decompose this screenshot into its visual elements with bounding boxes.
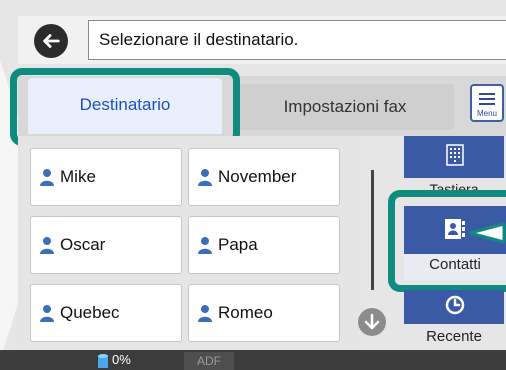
arrow-left-icon <box>43 34 60 48</box>
adf-indicator: ADF <box>184 352 234 370</box>
recipient-input[interactable]: Selezionare il destinatario. <box>88 20 506 60</box>
status-bar <box>0 350 506 370</box>
scrollbar[interactable] <box>371 170 374 290</box>
contact-name: November <box>218 167 297 186</box>
arrow-down-icon <box>364 313 380 330</box>
clock-icon <box>445 295 465 315</box>
recent-label: Recente <box>426 328 482 345</box>
person-icon <box>40 169 54 186</box>
contact-name: Romeo <box>218 303 273 322</box>
contact-item[interactable]: Mike <box>30 148 182 206</box>
contact-item[interactable]: Quebec <box>30 284 182 342</box>
person-icon <box>40 305 54 322</box>
recent-button[interactable] <box>404 290 504 324</box>
tab-highlight-callout <box>10 68 240 146</box>
contact-item[interactable]: Romeo <box>188 284 340 342</box>
person-icon <box>198 169 212 186</box>
contact-name: Papa <box>218 235 258 254</box>
contact-item[interactable]: November <box>188 148 340 206</box>
person-icon <box>198 305 212 322</box>
person-icon <box>40 237 54 254</box>
contact-name: Quebec <box>60 303 120 322</box>
fax-screen: Selezionare il destinatario. Destinatari… <box>0 0 506 370</box>
contact-name: Oscar <box>60 235 106 254</box>
person-icon <box>198 237 212 254</box>
menu-label: Menu <box>476 109 497 118</box>
tab-fax-settings[interactable]: Impostazioni fax <box>236 84 454 130</box>
contact-item[interactable]: Papa <box>188 216 340 274</box>
back-button[interactable] <box>34 24 68 58</box>
paper-level-text: 0% <box>112 352 131 367</box>
keypad-button[interactable] <box>404 136 504 178</box>
contact-name: Mike <box>60 167 96 186</box>
paper-level-icon <box>98 354 108 368</box>
scroll-down-button[interactable] <box>358 308 386 336</box>
callout-pointer-icon <box>468 222 506 244</box>
menu-button[interactable]: Menu <box>470 84 504 122</box>
menu-icon <box>479 93 495 108</box>
keypad-icon <box>446 144 464 166</box>
contact-item[interactable]: Oscar <box>30 216 182 274</box>
